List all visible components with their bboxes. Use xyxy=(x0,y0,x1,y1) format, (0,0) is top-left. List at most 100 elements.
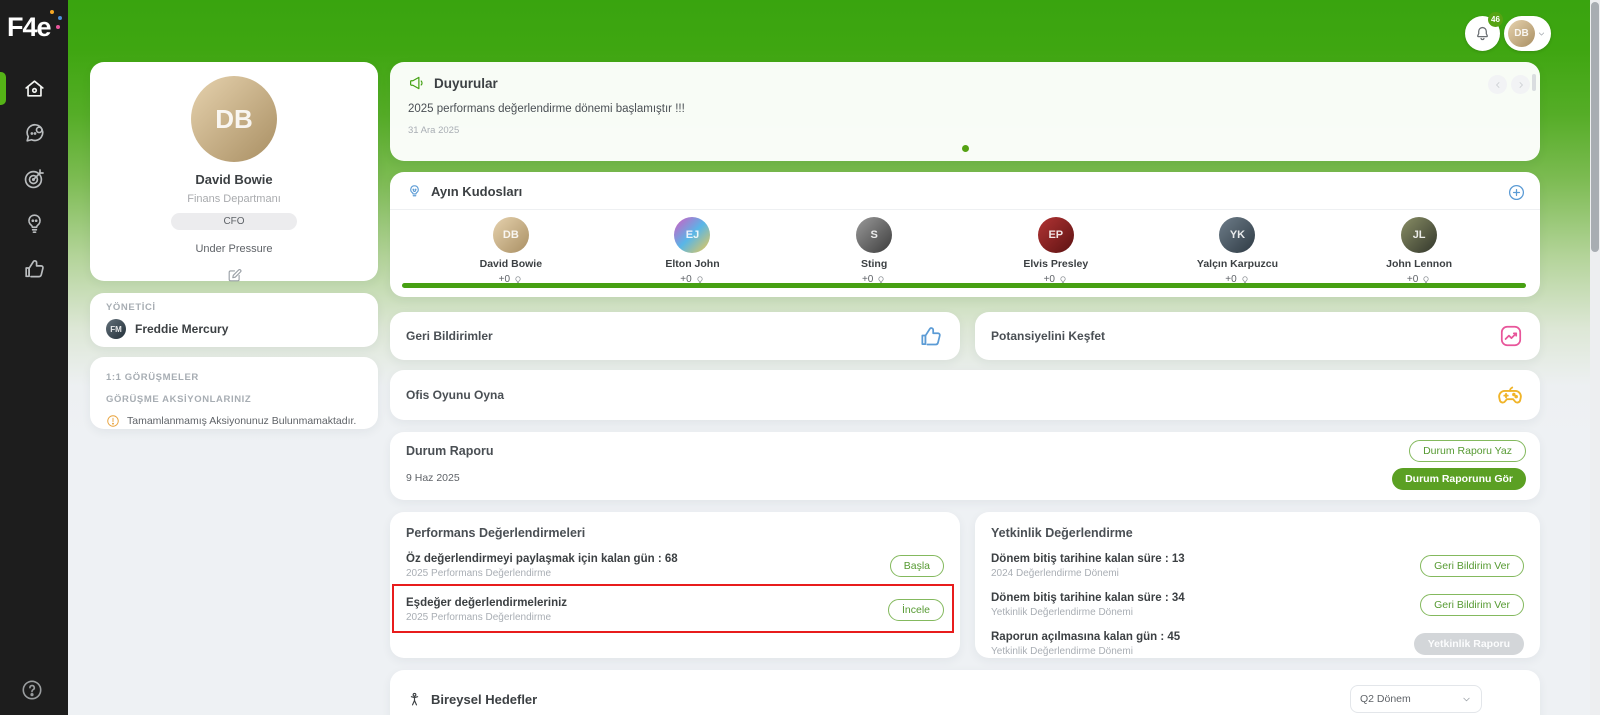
sidebar-item-feedback[interactable] xyxy=(0,246,68,291)
kudos-people-row: DB David Bowie +0 EJ Elton John +0 S Sti… xyxy=(390,210,1540,285)
kudos-person-name: Yalçın Karpuzcu xyxy=(1197,258,1278,270)
kudos-person-name: Sting xyxy=(861,258,887,270)
kudos-person-name: John Lennon xyxy=(1386,258,1452,270)
view-status-report-button[interactable]: Durum Raporunu Gör xyxy=(1392,468,1526,490)
kudos-person[interactable]: S Sting +0 xyxy=(814,217,934,285)
announcement-message: 2025 performans değerlendirme dönemi baş… xyxy=(408,103,1522,115)
potential-link-card[interactable]: Potansiyelini Keşfet xyxy=(975,312,1540,360)
eval-item-subtitle: Yetkinlik Değerlendirme Dönemi xyxy=(991,607,1185,618)
sidebar: F4e xyxy=(0,0,68,715)
competency-item-3: Raporun açılmasına kalan gün : 45 Yetkin… xyxy=(991,631,1524,657)
carousel-next-button[interactable] xyxy=(1511,75,1530,94)
profile-motto: Under Pressure xyxy=(90,243,378,255)
meetings-card: 1:1 GÖRÜŞMELER GÖRÜŞME AKSİYONLARINIZ Ta… xyxy=(90,357,378,429)
kudos-person[interactable]: DB David Bowie +0 xyxy=(451,217,571,285)
manager-label: YÖNETİCİ xyxy=(106,302,362,313)
goals-header: Bireysel Hedefler xyxy=(406,691,537,708)
game-card-title: Ofis Oyunu Oyna xyxy=(406,388,504,402)
trend-chart-icon xyxy=(1498,323,1524,349)
sidebar-item-goals[interactable] xyxy=(0,156,68,201)
thumbs-up-icon xyxy=(22,256,47,281)
announcements-title: Duyurular xyxy=(434,76,498,91)
carousel-dot[interactable] xyxy=(962,145,969,152)
eval-item-title: Eşdeğer değerlendirmeleriniz xyxy=(406,597,567,609)
eval-item-title: Dönem bitiş tarihine kalan süre : 34 xyxy=(991,592,1185,604)
give-feedback-button-1[interactable]: Geri Bildirim Ver xyxy=(1420,555,1524,577)
brand-logo-text: F4e xyxy=(7,12,51,42)
kudos-title: Ayın Kudosları xyxy=(431,184,522,199)
eval-item-subtitle: 2025 Performans Değerlendirme xyxy=(406,568,678,579)
manager-row[interactable]: FM Freddie Mercury xyxy=(106,319,362,339)
manager-name: Freddie Mercury xyxy=(135,322,228,336)
kudos-avatar: YK xyxy=(1219,217,1255,253)
notification-badge: 46 xyxy=(1488,12,1503,27)
kudos-bulb-icon xyxy=(406,183,423,200)
page-scrollbar-track[interactable] xyxy=(1590,0,1600,715)
page-scrollbar-thumb[interactable] xyxy=(1591,2,1599,252)
eval-item-subtitle: 2025 Performans Değerlendirme xyxy=(406,612,567,623)
person-goal-icon xyxy=(406,691,423,708)
competency-title: Yetkinlik Değerlendirme xyxy=(991,526,1524,540)
start-self-evaluation-button[interactable]: Başla xyxy=(890,555,944,577)
eval-item-subtitle: Yetkinlik Değerlendirme Dönemi xyxy=(991,646,1180,657)
meetings-title: 1:1 GÖRÜŞMELER xyxy=(106,372,199,383)
question-icon xyxy=(20,678,44,702)
profile-card: DB David Bowie Finans Departmanı CFO Und… xyxy=(90,62,378,281)
competency-report-button[interactable]: Yetkinlik Raporu xyxy=(1414,633,1524,655)
kudos-person[interactable]: YK Yalçın Karpuzcu +0 xyxy=(1177,217,1297,285)
chevron-left-icon xyxy=(1493,80,1503,90)
individual-goals-card: Bireysel Hedefler Q2 Dönem xyxy=(390,670,1540,715)
announcements-card: Duyurular 2025 performans değerlendirme … xyxy=(390,62,1540,161)
chat-face-icon xyxy=(22,121,47,146)
announcements-carousel-nav xyxy=(1488,75,1530,94)
kudos-person-name: David Bowie xyxy=(480,258,542,270)
performance-evaluations-card: Performans Değerlendirmeleri Öz değerlen… xyxy=(390,512,960,658)
warning-info-icon xyxy=(106,414,120,428)
review-peer-evaluations-button[interactable]: İncele xyxy=(888,599,944,621)
profile-department: Finans Departmanı xyxy=(90,193,378,205)
status-report-date: 9 Haz 2025 xyxy=(406,472,1524,484)
feedback-link-card[interactable]: Geri Bildirimler xyxy=(390,312,960,360)
thumbs-up-blue-icon xyxy=(918,323,944,349)
carousel-prev-button[interactable] xyxy=(1488,75,1507,94)
help-button[interactable] xyxy=(20,678,44,702)
competency-evaluation-card: Yetkinlik Değerlendirme Dönem bitiş tari… xyxy=(975,512,1540,658)
add-kudos-button[interactable] xyxy=(1507,183,1526,202)
kudos-avatar: EP xyxy=(1038,217,1074,253)
status-report-card: Durum Raporu 9 Haz 2025 Durum Raporu Yaz… xyxy=(390,432,1540,500)
office-game-card[interactable]: Ofis Oyunu Oyna xyxy=(390,370,1540,420)
kudos-person-name: Elvis Presley xyxy=(1023,258,1088,270)
meetings-empty-state: Tamamlanmamış Aksiyonunuz Bulunmamaktadı… xyxy=(106,414,362,428)
period-select-value: Q2 Dönem xyxy=(1360,693,1411,705)
competency-item-1: Dönem bitiş tarihine kalan süre : 13 202… xyxy=(991,553,1524,579)
notifications-button[interactable]: 46 xyxy=(1465,16,1500,51)
sidebar-item-kudos[interactable] xyxy=(0,201,68,246)
status-report-title: Durum Raporu xyxy=(406,444,1524,458)
announcements-scrollbar[interactable] xyxy=(1532,74,1536,91)
eval-item-title: Öz değerlendirmeyi paylaşmak için kalan … xyxy=(406,553,678,565)
plus-circle-icon xyxy=(1507,183,1526,202)
competency-item-2: Dönem bitiş tarihine kalan süre : 34 Yet… xyxy=(991,592,1524,618)
profile-title-badge: CFO xyxy=(171,213,296,230)
user-menu[interactable]: DB xyxy=(1504,16,1551,51)
kudos-header: Ayın Kudosları xyxy=(390,172,1540,210)
kudos-person[interactable]: EP Elvis Presley +0 xyxy=(996,217,1116,285)
bell-icon xyxy=(1473,24,1492,43)
kudos-person[interactable]: JL John Lennon +0 xyxy=(1359,217,1479,285)
period-select[interactable]: Q2 Dönem xyxy=(1350,685,1482,713)
kudos-avatar: EJ xyxy=(674,217,710,253)
target-icon xyxy=(22,166,47,191)
sidebar-item-home[interactable] xyxy=(0,66,68,111)
sidebar-item-meetings[interactable] xyxy=(0,111,68,156)
eval-item-title: Raporun açılmasına kalan gün : 45 xyxy=(991,631,1180,643)
announcement-date: 31 Ara 2025 xyxy=(408,125,1522,136)
write-status-report-button[interactable]: Durum Raporu Yaz xyxy=(1409,440,1526,462)
kudos-person[interactable]: EJ Elton John +0 xyxy=(632,217,752,285)
manager-avatar: FM xyxy=(106,319,126,339)
sidebar-nav xyxy=(0,66,68,291)
performance-item-self: Öz değerlendirmeyi paylaşmak için kalan … xyxy=(406,553,944,579)
performance-item-peer: Eşdeğer değerlendirmeleriniz 2025 Perfor… xyxy=(406,597,944,623)
app-screen: F4e xyxy=(0,0,1600,715)
give-feedback-button-2[interactable]: Geri Bildirim Ver xyxy=(1420,594,1524,616)
profile-edit-button[interactable] xyxy=(225,267,243,285)
